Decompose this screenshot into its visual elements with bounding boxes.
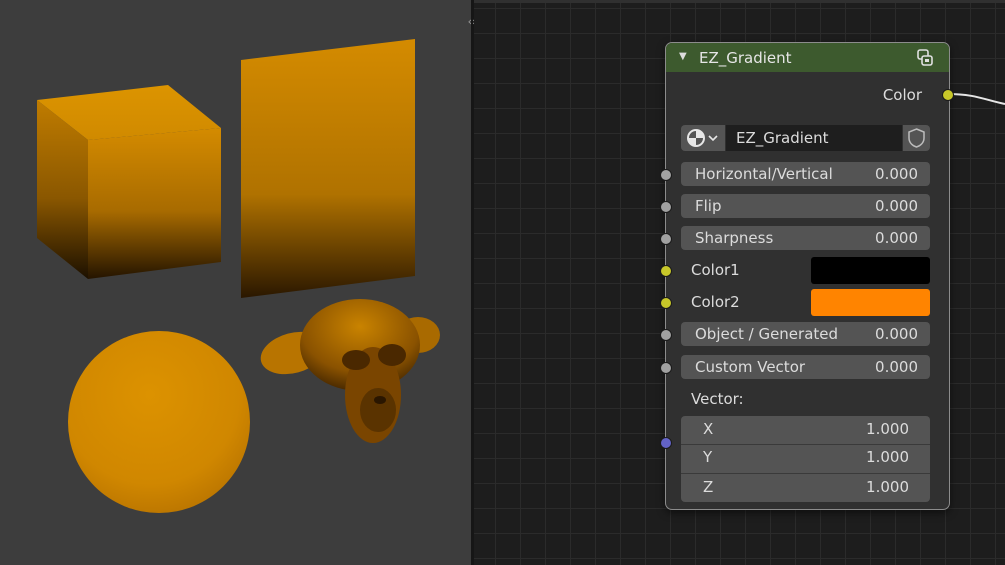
plane-object: [241, 39, 415, 298]
vector-fields[interactable]: X 1.000 Y 1.000 Z 1.000: [681, 416, 930, 502]
field-flip[interactable]: Flip 0.000: [681, 194, 930, 218]
3d-viewport[interactable]: [0, 0, 471, 565]
color2-label: Color2: [691, 293, 740, 311]
input-socket-vector[interactable]: [660, 437, 672, 449]
color2-swatch[interactable]: [811, 289, 930, 316]
color1-swatch[interactable]: [811, 257, 930, 284]
node-group-name-field[interactable]: EZ_Gradient: [726, 125, 902, 151]
input-socket-horizontal-vertical[interactable]: [660, 169, 672, 181]
input-socket-custom-vector[interactable]: [660, 362, 672, 374]
node-tree-icon[interactable]: [681, 125, 725, 151]
vector-z-field[interactable]: Z 1.000: [681, 474, 930, 502]
sphere-object: [68, 331, 250, 513]
ez-gradient-node[interactable]: ▼ EZ_Gradient Color EZ_Gradient Horizont…: [660, 42, 954, 510]
input-socket-color1[interactable]: [660, 265, 672, 277]
editor-header-edge: [474, 0, 1005, 3]
vector-label: Vector:: [691, 390, 744, 408]
node-group-selector[interactable]: EZ_Gradient: [681, 125, 930, 151]
node-title: EZ_Gradient: [699, 49, 792, 67]
vector-y-field[interactable]: Y 1.000: [681, 444, 930, 472]
viewport-render: [37, 39, 440, 513]
output-color-socket[interactable]: [942, 89, 954, 101]
field-custom-vector[interactable]: Custom Vector 0.000: [681, 355, 930, 379]
input-socket-object-generated[interactable]: [660, 329, 672, 341]
node-header[interactable]: ▼ EZ_Gradient: [666, 43, 949, 72]
output-color-label: Color: [882, 86, 922, 104]
triangle-down-icon[interactable]: ▼: [679, 51, 687, 62]
field-sharpness[interactable]: Sharpness 0.000: [681, 226, 930, 250]
cube-side: [88, 128, 221, 279]
monkey-object: [260, 299, 440, 443]
input-socket-color2[interactable]: [660, 297, 672, 309]
input-socket-flip[interactable]: [660, 201, 672, 213]
field-object-generated[interactable]: Object / Generated 0.000: [681, 322, 930, 346]
vector-x-field[interactable]: X 1.000: [681, 416, 930, 444]
node-group-icon[interactable]: [915, 48, 935, 68]
field-horizontal-vertical[interactable]: Horizontal/Vertical 0.000: [681, 162, 930, 186]
shield-icon[interactable]: [903, 125, 930, 151]
color1-label: Color1: [691, 261, 740, 279]
input-socket-sharpness[interactable]: [660, 233, 672, 245]
